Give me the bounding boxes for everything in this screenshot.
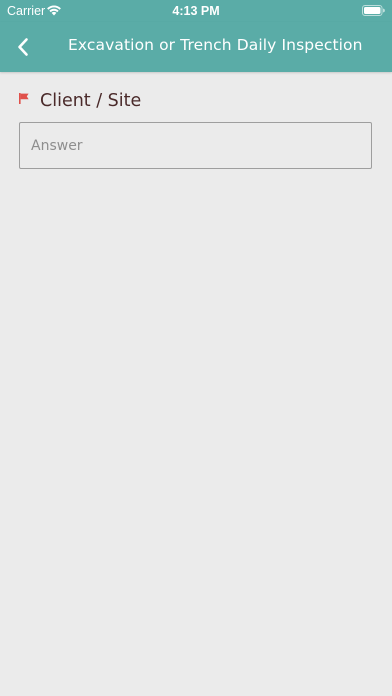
answer-input[interactable] (19, 122, 372, 169)
page-title: Excavation or Trench Daily Inspection (68, 36, 363, 54)
status-time: 4:13 PM (172, 4, 220, 18)
flag-icon (19, 93, 29, 104)
question-label: Client / Site (40, 91, 142, 111)
chevron-left-icon (18, 38, 28, 56)
screen: Carrier 4:13 PM Excavation or Trench Dai… (0, 0, 392, 696)
status-bar: Carrier 4:13 PM (0, 0, 392, 22)
back-button[interactable] (8, 32, 38, 62)
nav-bar: Excavation or Trench Daily Inspection (0, 22, 392, 72)
battery-icon (362, 5, 385, 16)
